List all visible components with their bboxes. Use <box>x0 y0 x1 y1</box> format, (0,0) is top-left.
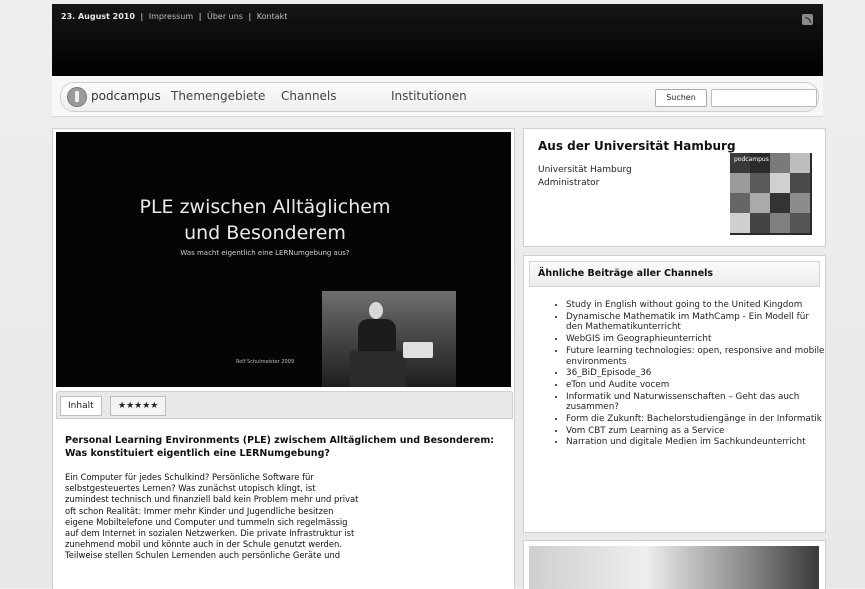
related-post-link[interactable]: Informatik und Naturwissenschaften – Geh… <box>566 392 828 413</box>
date-text: 23. August 2010 <box>61 12 135 21</box>
related-post-link[interactable]: eTon und Audite vocem <box>566 380 828 391</box>
related-post-link[interactable]: 36_BiD_Episode_36 <box>566 368 828 379</box>
thumbnail-logo: podcampus <box>734 156 769 163</box>
tab-rating[interactable]: ★★★★★ <box>110 396 167 416</box>
related-post-link[interactable]: Vom CBT zum Learning as a Service <box>566 426 828 437</box>
navbar: podcampus Themengebiete Channels Institu… <box>52 76 823 117</box>
main-content: PLE zwischen Alltäglichem und Besonderem… <box>52 128 515 589</box>
university-role: Administrator <box>538 178 600 188</box>
nav-pill: podcampus Themengebiete Channels Institu… <box>60 82 819 112</box>
rss-icon[interactable] <box>802 14 813 25</box>
university-box-title: Aus der Universität Hamburg <box>538 139 736 153</box>
tab-inhalt[interactable]: Inhalt <box>60 396 102 416</box>
related-post-link[interactable]: Form die Zukunft: Bachelorstudiengänge i… <box>566 414 828 425</box>
separator: | <box>198 12 202 21</box>
laptop <box>403 342 433 358</box>
teaser-photo[interactable] <box>529 546 819 589</box>
podcampus-logo-icon[interactable] <box>67 87 87 107</box>
separator: | <box>248 12 252 21</box>
search-input[interactable] <box>711 89 817 107</box>
search-button[interactable]: Suchen <box>655 89 707 107</box>
related-posts-list: Study in English without going to the Un… <box>548 300 828 449</box>
related-post-link[interactable]: Narration und digitale Medien im Sachkun… <box>566 437 828 448</box>
video-title: PLE zwischen Alltäglichem und Besonderem <box>56 194 474 246</box>
tab-bar: Inhalt ★★★★★ <box>56 391 513 419</box>
article-title: Personal Learning Environments (PLE) zwi… <box>65 435 495 459</box>
related-posts-header: Ähnliche Beiträge aller Channels <box>529 261 820 287</box>
impressum-link[interactable]: Impressum <box>149 12 193 21</box>
video-player[interactable]: PLE zwischen Alltäglichem und Besonderem… <box>56 132 511 387</box>
nav-item-themengebiete[interactable]: Themengebiete <box>171 89 265 103</box>
related-post-link[interactable]: Dynamische Mathematik im MathCamp - Ein … <box>566 312 828 333</box>
speaker-image <box>322 291 456 387</box>
university-name[interactable]: Universität Hamburg <box>538 165 632 175</box>
speaker-head <box>369 302 383 319</box>
video-title-line-2: und Besonderem <box>184 222 346 244</box>
article: Personal Learning Environments (PLE) zwi… <box>65 434 505 562</box>
related-post-link[interactable]: WebGIS im Geographieunterricht <box>566 334 828 345</box>
related-posts-title: Ähnliche Beiträge aller Channels <box>538 268 714 279</box>
lectern <box>350 351 406 387</box>
podcampus-logo-text[interactable]: podcampus <box>91 89 161 103</box>
separator: | <box>140 12 144 21</box>
top-meta: 23. August 2010 | Impressum | Über uns |… <box>61 12 287 21</box>
top-header: 23. August 2010 | Impressum | Über uns |… <box>52 4 823 76</box>
related-post-link[interactable]: Future learning technologies: open, resp… <box>566 346 828 367</box>
kontakt-link[interactable]: Kontakt <box>257 12 288 21</box>
article-body: Ein Computer für jedes Schulkind? Persön… <box>65 472 359 561</box>
video-credit: Rolf Schulmeister 2009 <box>236 359 295 365</box>
related-post-link[interactable]: Study in English without going to the Un… <box>566 300 828 311</box>
nav-item-institutionen[interactable]: Institutionen <box>391 89 467 103</box>
nav-item-channels[interactable]: Channels <box>281 89 337 103</box>
university-box: Aus der Universität Hamburg Universität … <box>523 128 826 247</box>
related-posts-box: Ähnliche Beiträge aller Channels Study i… <box>523 255 826 533</box>
video-subtitle: Was macht eigentlich eine LERNumgebung a… <box>180 249 350 257</box>
university-thumbnail[interactable]: podcampus <box>730 153 812 235</box>
video-title-line-1: PLE zwischen Alltäglichem <box>139 196 391 218</box>
page: 23. August 2010 | Impressum | Über uns |… <box>0 0 865 589</box>
ueber-uns-link[interactable]: Über uns <box>207 12 243 21</box>
image-box <box>523 540 826 589</box>
